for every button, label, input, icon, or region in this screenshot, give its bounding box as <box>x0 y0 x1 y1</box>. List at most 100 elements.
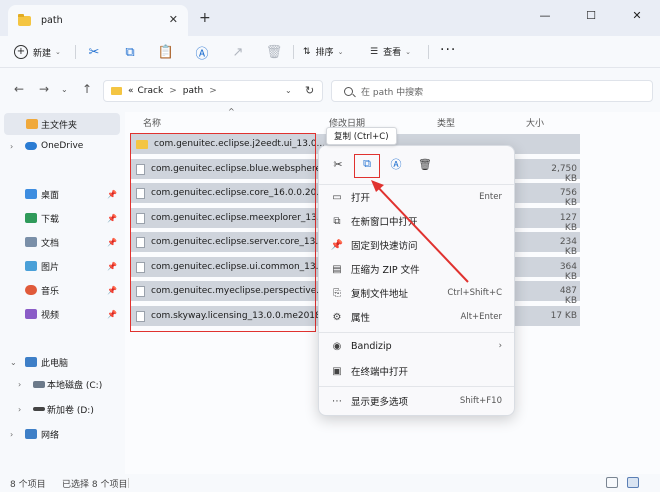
cut-icon[interactable]: ✂ <box>329 155 347 173</box>
paste-icon[interactable]: 📋 <box>157 43 175 61</box>
context-menu-item[interactable]: ▭ 打开 Enter <box>319 185 514 209</box>
up-icon[interactable]: ↑ <box>82 82 92 96</box>
file-size: 234 KB <box>559 237 577 257</box>
cut-icon[interactable]: ✂ <box>85 43 103 61</box>
tab-title: path <box>41 15 63 26</box>
sidebar-item-drive-d[interactable]: › 新加卷 (D:) <box>0 398 122 420</box>
pin-icon[interactable]: 📌 <box>107 310 117 319</box>
context-menu-label: 显示更多选项 <box>351 397 409 408</box>
view-icon: ☰ <box>370 46 379 57</box>
sort-button[interactable]: ⇅ 排序 ⌄ <box>303 45 344 59</box>
sidebar-item-home[interactable]: 主文件夹 <box>4 113 120 135</box>
pin-icon[interactable]: 📌 <box>107 214 117 223</box>
recent-chevron-icon[interactable]: ⌄ <box>61 85 68 94</box>
minimize-button[interactable]: — <box>522 0 568 30</box>
context-menu-label: 在新窗口中打开 <box>351 217 418 228</box>
context-menu-label: 固定到快速访问 <box>351 241 418 252</box>
more-button[interactable]: ··· <box>440 42 456 58</box>
rename-icon[interactable]: Ⓐ <box>387 155 405 173</box>
details-view-icon[interactable] <box>606 477 618 488</box>
sidebar-item-this-pc[interactable]: ⌄ 此电脑 <box>0 351 122 373</box>
pin-icon[interactable]: 📌 <box>107 286 117 295</box>
computer-icon <box>25 357 37 367</box>
delete-icon[interactable]: 🗑 <box>265 43 283 61</box>
status-bar: 8 个项目 已选择 8 个项目 <box>0 474 660 492</box>
sidebar-item-label: 新加卷 (D:) <box>47 405 94 416</box>
menu-divider <box>319 332 514 333</box>
sort-label: 排序 <box>315 48 334 58</box>
view-label: 查看 <box>383 48 402 58</box>
desktop-icon <box>25 189 37 199</box>
view-button[interactable]: ☰ 查看 ⌄ <box>370 45 411 59</box>
context-menu-item[interactable]: ▣ 在终端中打开 <box>319 359 514 383</box>
sidebar-item-videos[interactable]: 视频 📌 <box>0 303 122 325</box>
item-count: 8 个项目 <box>10 479 46 490</box>
sidebar-item-music[interactable]: 音乐 📌 <box>0 279 122 301</box>
context-menu-label: 属性 <box>351 313 371 324</box>
file-size: 487 KB <box>559 286 577 306</box>
terminal-icon: ▣ <box>332 365 342 377</box>
context-menu-shortcut: Shift+F10 <box>459 396 502 406</box>
copy-path-icon: ⎘ <box>333 287 341 299</box>
tab-close-icon[interactable]: ✕ <box>169 13 178 26</box>
refresh-icon[interactable]: ↻ <box>305 84 314 97</box>
context-menu-quick-actions: ✂ ⧉ Ⓐ 🗑 <box>319 146 514 182</box>
forward-icon[interactable]: → <box>39 82 49 96</box>
context-menu-item[interactable]: ◉ Bandizip › <box>319 334 514 358</box>
breadcrumb-separator: > <box>169 86 177 96</box>
chevron-right-icon: › <box>10 141 14 151</box>
sidebar-item-label: 图片 <box>41 262 60 273</box>
context-menu-label: 打开 <box>351 193 371 204</box>
copy-tooltip: 复制 (Ctrl+C) <box>326 127 397 145</box>
search-input[interactable]: 在 path 中搜索 <box>331 80 653 102</box>
sidebar-item-label: 主文件夹 <box>41 120 78 131</box>
breadcrumb-crack[interactable]: Crack <box>138 86 164 96</box>
rename-icon[interactable]: Ⓐ <box>193 43 211 62</box>
context-menu-item[interactable]: ⚙ 属性 Alt+Enter <box>319 305 514 329</box>
context-menu-item[interactable]: 📌 固定到快速访问 <box>319 233 514 257</box>
sidebar-item-drive-c[interactable]: › 本地磁盘 (C:) <box>0 373 122 395</box>
new-tab-button[interactable]: + <box>199 10 211 26</box>
sidebar-item-documents[interactable]: 文档 📌 <box>0 231 122 253</box>
column-header-name[interactable]: 名称 <box>143 116 161 129</box>
sidebar-item-pictures[interactable]: 图片 📌 <box>0 255 122 277</box>
sidebar-item-desktop[interactable]: 桌面 📌 <box>0 183 122 205</box>
toolbar-divider <box>75 45 76 59</box>
breadcrumb-prefix: « <box>128 86 134 96</box>
properties-icon: ⚙ <box>332 311 342 323</box>
pin-icon[interactable]: 📌 <box>107 190 117 199</box>
sidebar-item-label: 桌面 <box>41 190 60 201</box>
column-header-type[interactable]: 类型 <box>437 116 455 129</box>
maximize-button[interactable]: ☐ <box>568 0 614 30</box>
title-bar: path ✕ + — ☐ ✕ <box>0 0 660 36</box>
close-button[interactable]: ✕ <box>614 0 660 30</box>
share-icon[interactable]: ↗ <box>229 43 247 61</box>
delete-icon[interactable]: 🗑 <box>416 155 434 173</box>
toolbar-divider <box>293 45 294 59</box>
address-dropdown-icon[interactable]: ⌄ <box>285 86 292 95</box>
column-header-size[interactable]: 大小 <box>526 116 544 129</box>
context-menu-shortcut: › <box>498 341 502 351</box>
tab-path[interactable]: path ✕ <box>8 5 188 36</box>
context-menu-item[interactable]: ⎘ 复制文件地址 Ctrl+Shift+C <box>319 281 514 305</box>
context-menu-item[interactable]: ⋯ 显示更多选项 Shift+F10 <box>319 389 514 413</box>
context-menu-item[interactable]: ▤ 压缩为 ZIP 文件 <box>319 257 514 281</box>
new-label: 新建 <box>33 48 52 59</box>
breadcrumb-path[interactable]: path <box>183 86 203 96</box>
pin-icon[interactable]: 📌 <box>107 262 117 271</box>
pin-icon[interactable]: 📌 <box>107 238 117 247</box>
sidebar-item-label: 下载 <box>41 214 60 225</box>
sidebar-item-network[interactable]: › 网络 <box>0 423 122 445</box>
copy-icon[interactable]: ⧉ <box>121 43 139 61</box>
context-menu-label: 压缩为 ZIP 文件 <box>351 265 420 276</box>
chevron-right-icon: › <box>10 429 14 439</box>
context-menu-label: Bandizip <box>351 340 392 352</box>
toolbar-divider <box>428 45 429 59</box>
sidebar-item-onedrive[interactable]: › OneDrive <box>0 135 122 157</box>
sidebar-item-downloads[interactable]: 下载 📌 <box>0 207 122 229</box>
chevron-down-icon: ⌄ <box>337 47 344 56</box>
new-button[interactable]: + 新建 ⌄ <box>14 45 61 59</box>
back-icon[interactable]: ← <box>14 82 24 96</box>
context-menu-item[interactable]: ⧉ 在新窗口中打开 <box>319 209 514 233</box>
tiles-view-icon[interactable] <box>627 477 639 488</box>
